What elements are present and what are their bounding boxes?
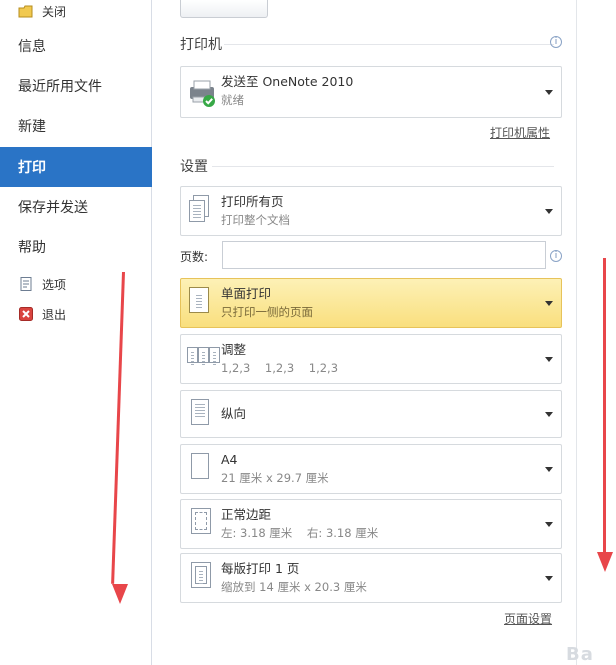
options-icon xyxy=(18,276,34,292)
collate-dropdown[interactable]: 调整 1,2,3 1,2,3 1,2,3 xyxy=(180,334,562,384)
chevron-down-icon xyxy=(545,301,553,306)
margins-title: 正常边距 xyxy=(221,507,272,522)
collate-icon xyxy=(187,347,221,377)
sides-title: 单面打印 xyxy=(221,286,272,301)
nav-help[interactable]: 帮助 xyxy=(0,227,152,267)
printer-name: 发送至 OneNote 2010 xyxy=(221,74,354,89)
nav-print[interactable]: 打印 xyxy=(0,147,162,187)
nav-recent-label: 最近所用文件 xyxy=(18,79,102,95)
chevron-down-icon xyxy=(545,412,553,417)
nav-help-label: 帮助 xyxy=(18,240,46,256)
print-button[interactable] xyxy=(180,0,268,18)
pages-per-sheet-subtitle: 缩放到 14 厘米 x 20.3 厘米 xyxy=(221,580,367,594)
margins-dropdown[interactable]: 正常边距 左: 3.18 厘米 右: 3.18 厘米 xyxy=(180,499,562,549)
pages-icon xyxy=(187,195,213,225)
nav-exit-label: 退出 xyxy=(42,307,67,322)
nav-print-label: 打印 xyxy=(18,160,46,176)
paper-size-subtitle: 21 厘米 x 29.7 厘米 xyxy=(221,471,329,485)
margins-subtitle: 左: 3.18 厘米 右: 3.18 厘米 xyxy=(221,526,379,540)
nav-recent[interactable]: 最近所用文件 xyxy=(0,66,152,106)
print-range-title: 打印所有页 xyxy=(221,194,284,209)
folder-icon xyxy=(18,3,34,19)
orientation-title: 纵向 xyxy=(221,406,247,421)
sides-dropdown[interactable]: 单面打印 只打印一侧的页面 xyxy=(180,278,562,328)
portrait-icon xyxy=(187,399,213,429)
backstage-nav: 关闭 信息 最近所用文件 新建 打印 保存并发送 帮助 选项 退出 xyxy=(0,0,162,665)
chevron-down-icon xyxy=(545,467,553,472)
paper-size-dropdown[interactable]: A4 21 厘米 x 29.7 厘米 xyxy=(180,444,562,494)
nav-new[interactable]: 新建 xyxy=(0,106,152,146)
nav-exit[interactable]: 退出 xyxy=(0,301,152,327)
orientation-dropdown[interactable]: 纵向 xyxy=(180,390,562,438)
printer-section-title: 打印机 xyxy=(180,37,222,53)
nav-options-label: 选项 xyxy=(42,277,67,292)
print-panel: 打印机 i 发送至 OneNote 2010 就绪 打印机属性 设置 打印所有页 xyxy=(152,0,576,665)
pages-per-sheet-icon xyxy=(187,562,213,592)
pages-per-sheet-title: 每版打印 1 页 xyxy=(221,561,300,576)
print-range-subtitle: 打印整个文档 xyxy=(221,213,290,227)
paper-size-title: A4 xyxy=(221,452,238,467)
printer-status: 就绪 xyxy=(221,93,244,107)
pages-per-sheet-dropdown[interactable]: 每版打印 1 页 缩放到 14 厘米 x 20.3 厘米 xyxy=(180,553,562,603)
collate-title: 调整 xyxy=(221,342,247,357)
chevron-down-icon xyxy=(545,90,553,95)
nav-save-send[interactable]: 保存并发送 xyxy=(0,187,152,227)
pages-input[interactable] xyxy=(222,241,546,269)
pages-label: 页数: xyxy=(180,250,209,264)
page-setup-link[interactable]: 页面设置 xyxy=(504,610,552,627)
nav-info[interactable]: 信息 xyxy=(0,26,152,66)
nav-save-send-label: 保存并发送 xyxy=(18,200,88,216)
pages-info-icon[interactable]: i xyxy=(550,250,562,262)
printer-dropdown[interactable]: 发送至 OneNote 2010 就绪 xyxy=(180,66,562,118)
settings-section-divider xyxy=(212,166,554,167)
settings-section-title: 设置 xyxy=(180,159,208,175)
nav-new-label: 新建 xyxy=(18,119,46,135)
chevron-down-icon xyxy=(545,522,553,527)
nav-close[interactable]: 关闭 xyxy=(0,0,152,22)
chevron-down-icon xyxy=(545,209,553,214)
print-range-dropdown[interactable]: 打印所有页 打印整个文档 xyxy=(180,186,562,236)
collate-subtitle: 1,2,3 1,2,3 1,2,3 xyxy=(221,361,339,375)
nav-options[interactable]: 选项 xyxy=(0,271,152,297)
chevron-down-icon xyxy=(545,357,553,362)
margins-icon xyxy=(187,508,213,538)
preview-edge xyxy=(576,0,616,665)
chevron-down-icon xyxy=(545,576,553,581)
printer-properties-link[interactable]: 打印机属性 xyxy=(490,124,550,141)
single-sided-icon xyxy=(187,287,213,317)
nav-info-label: 信息 xyxy=(18,39,46,55)
exit-icon xyxy=(18,306,34,322)
printer-icon xyxy=(187,77,215,107)
nav-close-label: 关闭 xyxy=(42,4,67,19)
printer-section-divider xyxy=(224,44,554,45)
paper-icon xyxy=(187,453,213,483)
watermark: Ba xyxy=(566,644,594,665)
sides-subtitle: 只打印一侧的页面 xyxy=(221,305,313,319)
printer-info-icon[interactable]: i xyxy=(550,36,562,48)
